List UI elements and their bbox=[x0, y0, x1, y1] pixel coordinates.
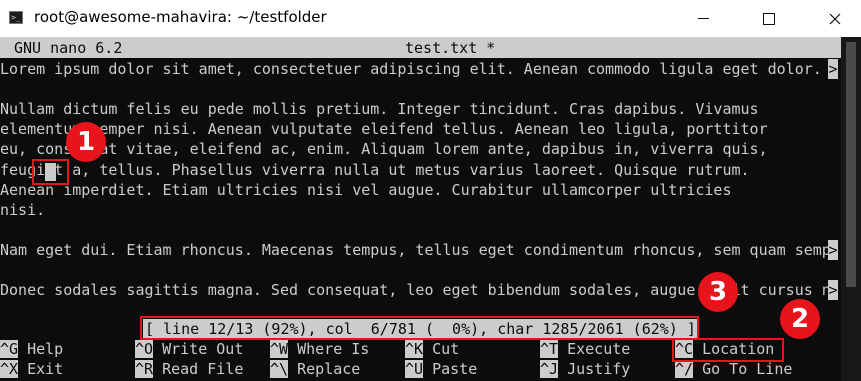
text-line-4[interactable]: elementum semper nisi. Aenean vulputate … bbox=[0, 119, 768, 139]
file-name: test.txt * bbox=[405, 39, 496, 57]
shortcut-execute[interactable]: ^T Execute bbox=[540, 339, 630, 359]
annotation-badge-2: 2 bbox=[780, 299, 820, 339]
shortcut-key: ^O bbox=[135, 340, 154, 358]
shortcut-key: ^R bbox=[135, 360, 154, 378]
shortcut-label: Read File bbox=[162, 360, 244, 378]
shortcut-label: Exit bbox=[27, 360, 64, 378]
shortcut-label: Write Out bbox=[162, 340, 244, 358]
shortcut-help[interactable]: ^G Help bbox=[0, 339, 63, 359]
shortcut-label: Where Is bbox=[297, 340, 370, 358]
shortcut-label: Go To Line bbox=[702, 360, 793, 378]
annotation-badge-3: 3 bbox=[698, 272, 738, 312]
shortcut-justify[interactable]: ^J Justify bbox=[540, 359, 630, 379]
location-highlight-box bbox=[672, 338, 784, 362]
window-title: root@awesome-mahavira: ~/testfolder bbox=[34, 8, 327, 26]
text-line-1[interactable]: Lorem ipsum dolor sit amet, consectetuer… bbox=[0, 59, 822, 79]
maximize-button[interactable] bbox=[746, 0, 792, 37]
minimize-icon bbox=[697, 18, 709, 19]
shortcut-label: Paste bbox=[432, 360, 478, 378]
title-bar[interactable]: >_ root@awesome-mahavira: ~/testfolder bbox=[0, 0, 861, 38]
nano-version: GNU nano 6.2 bbox=[14, 39, 123, 57]
close-icon bbox=[829, 13, 841, 24]
shortcut-label: Help bbox=[27, 340, 64, 358]
maximize-icon bbox=[763, 12, 775, 25]
shortcut-key: ^J bbox=[540, 360, 559, 378]
shortcut-key: ^G bbox=[0, 340, 19, 358]
annotation-badge-1: 1 bbox=[66, 122, 106, 162]
shortcut-paste[interactable]: ^U Paste bbox=[405, 359, 477, 379]
shortcut-read-file[interactable]: ^R Read File bbox=[135, 359, 243, 379]
text-line-8[interactable]: nisi. bbox=[0, 200, 45, 220]
shortcut-key: ^/ bbox=[675, 360, 694, 378]
status-highlight-box bbox=[140, 316, 699, 340]
text-line-5[interactable]: eu, consequat vitae, eleifend ac, enim. … bbox=[0, 139, 768, 159]
text-line-10[interactable]: Nam eget dui. Etiam rhoncus. Maecenas te… bbox=[0, 240, 831, 260]
close-button[interactable] bbox=[812, 0, 858, 37]
shortcut-go-to-line[interactable]: ^/ Go To Line bbox=[675, 359, 792, 379]
shortcut-cut[interactable]: ^K Cut bbox=[405, 339, 459, 359]
text-line-3[interactable]: Nullam dictum felis eu pede mollis preti… bbox=[0, 99, 759, 119]
shortcut-key: ^\ bbox=[270, 360, 289, 378]
terminal-window: >_ root@awesome-mahavira: ~/testfolder G… bbox=[0, 0, 861, 381]
text-line-7[interactable]: Aenean imperdiet. Etiam ultricies nisi v… bbox=[0, 180, 732, 200]
terminal-app-icon: >_ bbox=[9, 11, 23, 24]
line-overflow-marker: > bbox=[828, 240, 838, 260]
shortcut-label: Justify bbox=[567, 360, 631, 378]
shortcut-replace[interactable]: ^\ Replace bbox=[270, 359, 360, 379]
line-overflow-marker: > bbox=[828, 59, 838, 79]
line-overflow-marker: > bbox=[828, 280, 838, 300]
shortcut-key: ^T bbox=[540, 340, 559, 358]
shortcut-label: Execute bbox=[567, 340, 631, 358]
shortcut-exit[interactable]: ^X Exit bbox=[0, 359, 63, 379]
shortcut-key: ^U bbox=[405, 360, 424, 378]
scrollbar-thumb[interactable] bbox=[846, 42, 856, 287]
minimize-button[interactable] bbox=[680, 0, 726, 37]
shortcut-where-is[interactable]: ^W Where Is bbox=[270, 339, 369, 359]
cursor-highlight-box bbox=[32, 159, 69, 185]
shortcut-key: ^K bbox=[405, 340, 424, 358]
shortcut-key: ^W bbox=[270, 340, 289, 358]
shortcut-write-out[interactable]: ^O Write Out bbox=[135, 339, 243, 359]
nano-header: GNU nano 6.2 test.txt * bbox=[0, 38, 841, 58]
shortcut-label: Replace bbox=[297, 360, 361, 378]
shortcut-label: Cut bbox=[432, 340, 460, 358]
text-line-6[interactable]: feugiat a, tellus. Phasellus viverra nul… bbox=[0, 160, 750, 180]
shortcut-key: ^X bbox=[0, 360, 19, 378]
